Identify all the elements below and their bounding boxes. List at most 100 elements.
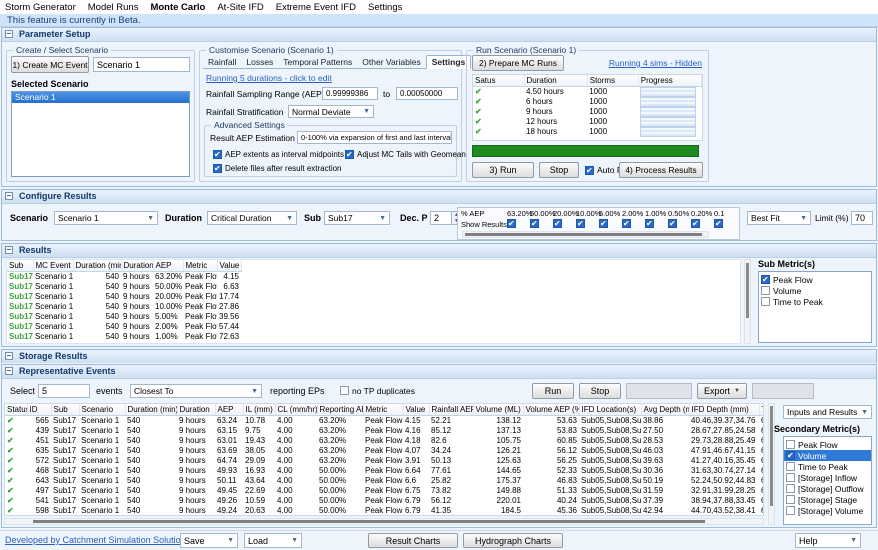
show-result-checkbox[interactable]	[622, 219, 631, 228]
column-header[interactable]: MC Event	[33, 260, 73, 272]
process-results-button[interactable]: 4) Process Results	[619, 162, 703, 178]
inputs-results-select[interactable]: Inputs and Results▼	[783, 405, 872, 419]
collapse-icon[interactable]	[5, 192, 13, 200]
save-dropdown[interactable]: Save▼	[180, 533, 238, 548]
show-result-checkbox[interactable]	[530, 219, 539, 228]
show-result-checkbox[interactable]	[645, 219, 654, 228]
column-header[interactable]: Duration	[524, 75, 587, 87]
table-row[interactable]: ✔9 hours1000	[473, 107, 702, 117]
running-sims-link[interactable]: Running 4 sims - Hidden	[609, 58, 702, 68]
show-result-checkbox[interactable]	[507, 219, 516, 228]
column-header[interactable]: Sub	[7, 260, 33, 272]
checkbox-icon[interactable]	[786, 451, 795, 460]
checkbox-icon[interactable]	[786, 495, 795, 504]
tab-other-variables[interactable]: Other Variables	[357, 56, 425, 68]
collapse-icon[interactable]	[5, 367, 13, 375]
column-header[interactable]: CL (mm/hr)	[275, 404, 317, 416]
table-row[interactable]: ✔468Sub17Scenario 15409 hours49.9316.934…	[5, 466, 764, 476]
column-header[interactable]: Duration	[121, 260, 153, 272]
secondary-metrics-listbox[interactable]: Peak FlowVolumeTime to Peak[Storage] Inf…	[783, 436, 872, 525]
metric-option[interactable]: Peak Flow	[759, 274, 871, 285]
column-header[interactable]: IL (mm)	[243, 404, 275, 416]
column-header[interactable]: Volume AEP (%)	[523, 404, 579, 416]
column-header[interactable]: Rainfall AEP	[429, 404, 473, 416]
duration-select[interactable]: Critical Duration▼	[207, 211, 297, 225]
table-row[interactable]: Sub17Scenario 15409 hours0.50%Peak Flow9…	[7, 342, 241, 344]
show-result-checkbox[interactable]	[576, 219, 585, 228]
column-header[interactable]: Reporting AEP	[317, 404, 363, 416]
auto-process-checkbox[interactable]	[585, 166, 594, 175]
collapse-icon[interactable]	[5, 246, 13, 254]
show-result-checkbox[interactable]	[691, 219, 700, 228]
menu-item-extreme-event-ifd[interactable]: Extreme Event IFD	[271, 1, 363, 14]
select-count-input[interactable]: 5	[38, 384, 90, 398]
column-header[interactable]: Metric	[363, 404, 403, 416]
show-result-checkbox[interactable]	[668, 219, 677, 228]
show-result-checkbox[interactable]	[553, 219, 562, 228]
column-header[interactable]: Progress	[638, 75, 701, 87]
column-header[interactable]: Duration (min)	[125, 404, 177, 416]
column-header[interactable]: Duration (min)	[73, 260, 121, 272]
limit-input[interactable]: 70	[851, 211, 873, 225]
tab-temporal-patterns[interactable]: Temporal Patterns	[278, 56, 357, 68]
storage-results-header[interactable]: Storage Results	[2, 350, 876, 363]
geomean-checkbox[interactable]	[345, 150, 354, 159]
sub-select[interactable]: Sub17▼	[324, 211, 390, 225]
column-header[interactable]: Volume (ML)	[473, 404, 523, 416]
tab-rainfall[interactable]: Rainfall	[203, 56, 241, 68]
column-header[interactable]: ID	[27, 404, 51, 416]
column-header[interactable]: Satus	[473, 75, 524, 87]
table-row[interactable]: ✔12 hours1000	[473, 117, 702, 127]
list-item[interactable]: Scenario 1	[12, 92, 189, 103]
show-result-checkbox[interactable]	[714, 219, 723, 228]
table-row[interactable]: Sub17Scenario 15409 hours10.00%Peak Flow…	[7, 302, 241, 312]
prepare-mc-runs-button[interactable]: 2) Prepare MC Runs	[472, 55, 564, 71]
column-header[interactable]: IFD Depth (mm)	[689, 404, 759, 416]
tab-losses[interactable]: Losses	[241, 56, 278, 68]
table-row[interactable]: Sub17Scenario 15409 hours63.20%Peak Flow…	[7, 272, 241, 283]
aep-horizontal-scrollbar[interactable]	[462, 231, 709, 238]
column-header[interactable]: Sub	[51, 404, 79, 416]
representative-vertical-scrollbar[interactable]	[768, 403, 775, 525]
metric-option[interactable]: Volume	[759, 285, 871, 296]
table-row[interactable]: ✔598Sub17Scenario 15409 hours49.2420.634…	[5, 506, 764, 516]
checkbox-icon[interactable]	[786, 473, 795, 482]
fit-select[interactable]: Best Fit▼	[747, 211, 811, 225]
column-header[interactable]: Storms	[587, 75, 638, 87]
metric-option[interactable]: [Storage] Inflow	[784, 472, 871, 483]
sampling-to-input[interactable]: 0.00050000	[396, 87, 458, 100]
table-row[interactable]: ✔18 hours1000	[473, 127, 702, 137]
table-row[interactable]: Sub17Scenario 15409 hours50.00%Peak Flow…	[7, 282, 241, 292]
help-dropdown[interactable]: Help▼	[795, 533, 861, 548]
table-row[interactable]: ✔4.50 hours1000	[473, 87, 702, 98]
sub-metrics-listbox[interactable]: Peak FlowVolumeTime to Peak	[758, 271, 872, 343]
column-header[interactable]: Value	[403, 404, 429, 416]
run-button[interactable]: 3) Run	[472, 162, 534, 178]
stratification-select[interactable]: Normal Deviate▼	[288, 105, 374, 118]
aep-midpoints-checkbox[interactable]	[213, 150, 222, 159]
metric-option[interactable]: [Storage] Volume	[784, 505, 871, 516]
table-row[interactable]: ✔451Sub17Scenario 15409 hours63.0119.434…	[5, 436, 764, 446]
parameter-setup-header[interactable]: Parameter Setup	[2, 28, 876, 42]
table-row[interactable]: Sub17Scenario 15409 hours2.00%Peak Flow5…	[7, 322, 241, 332]
column-header[interactable]: Scenario	[79, 404, 125, 416]
table-row[interactable]: ✔541Sub17Scenario 15409 hours49.2610.594…	[5, 496, 764, 506]
checkbox-icon[interactable]	[761, 297, 770, 306]
sampling-from-input[interactable]: 0.99999386	[322, 87, 378, 100]
durations-link[interactable]: Running 5 durations - click to edit	[206, 73, 332, 83]
metric-option[interactable]: Volume	[784, 450, 871, 461]
column-header[interactable]: IFD Location(s)	[579, 404, 641, 416]
metric-option[interactable]: Time to Peak	[759, 296, 871, 307]
scrollbar-thumb[interactable]	[746, 263, 749, 318]
aep-estimation-select[interactable]: 0-100% via expansion of first and last i…	[297, 131, 452, 144]
column-header[interactable]: TP ID	[759, 404, 764, 416]
checkbox-icon[interactable]	[786, 484, 795, 493]
checkbox-icon[interactable]	[786, 462, 795, 471]
export-button[interactable]: Export▼	[697, 383, 747, 399]
metric-option[interactable]: Time to Peak	[784, 461, 871, 472]
collapse-icon[interactable]	[5, 352, 13, 360]
menu-item-at-site-ifd[interactable]: At-Site IFD	[212, 1, 270, 14]
checkbox-icon[interactable]	[761, 275, 770, 284]
checkbox-icon[interactable]	[761, 286, 770, 295]
result-charts-button[interactable]: Result Charts	[368, 533, 458, 548]
